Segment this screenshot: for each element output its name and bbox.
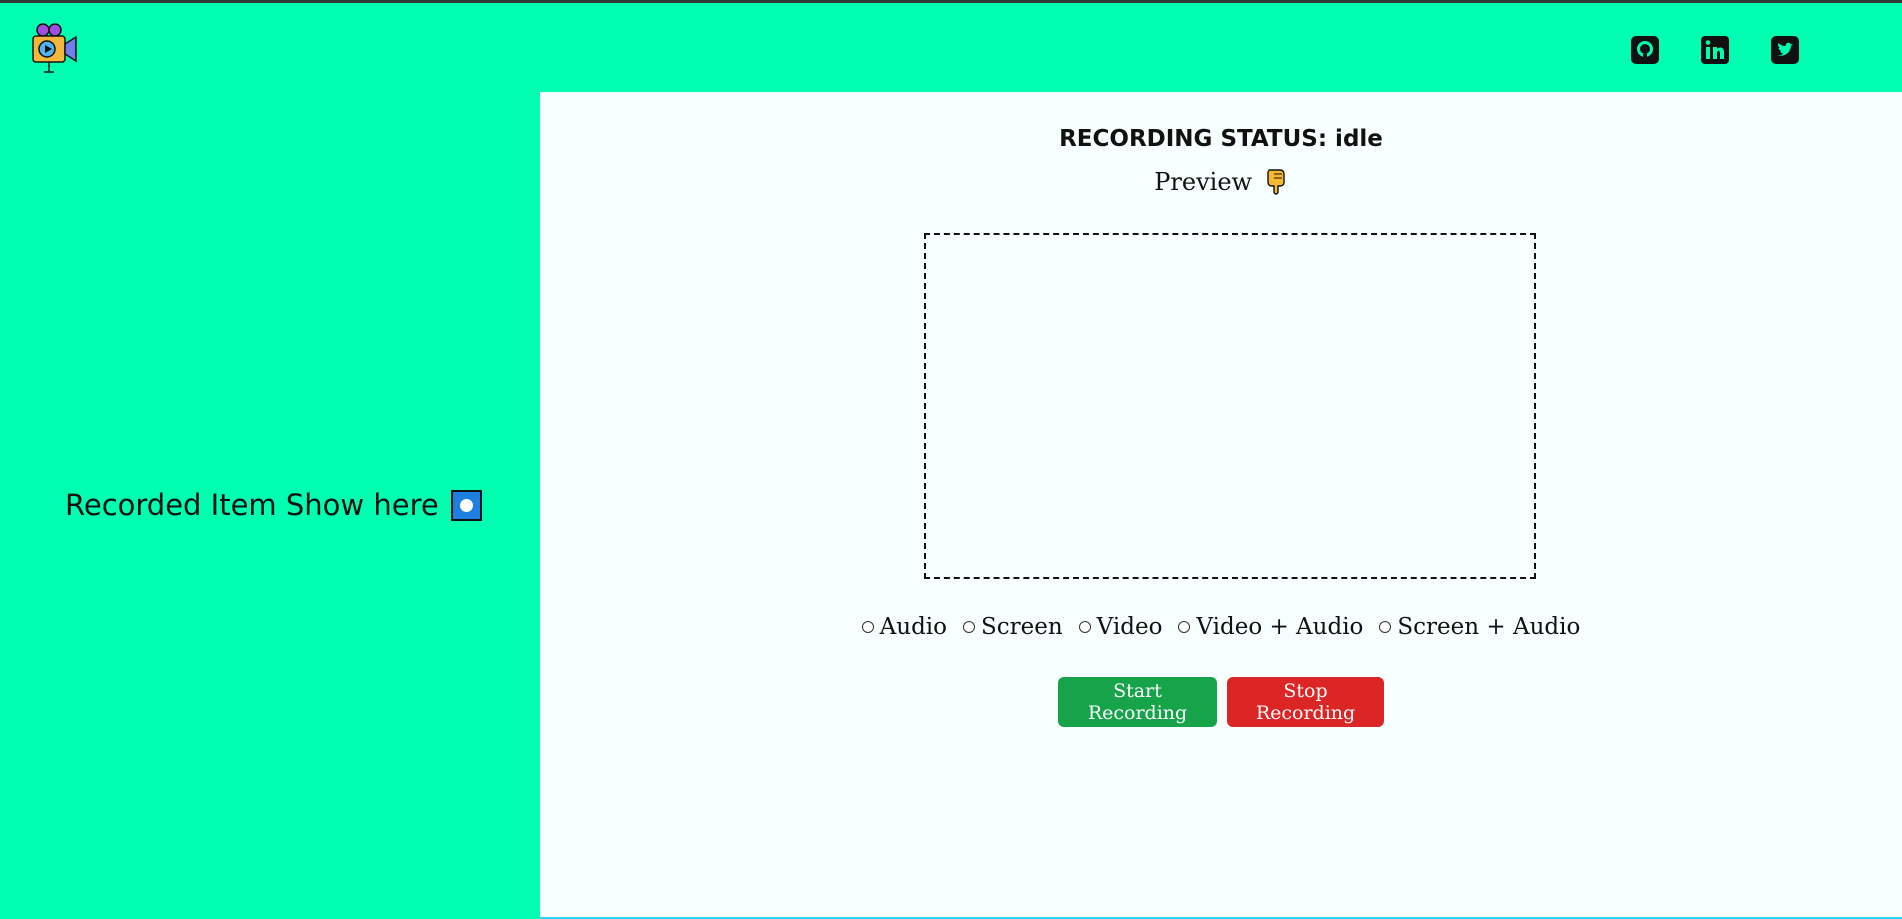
video-camera-logo-icon[interactable]: [30, 23, 80, 75]
option-audio[interactable]: Audio: [861, 614, 947, 640]
option-video-label: Video: [1096, 614, 1163, 640]
header: [0, 3, 1902, 92]
radio-screen-audio[interactable]: [1379, 621, 1392, 633]
radio-screen[interactable]: [963, 621, 975, 633]
backhand-index-pointing-down-icon: [1267, 169, 1285, 195]
radio-video-audio[interactable]: [1178, 621, 1191, 633]
option-audio-label: Audio: [879, 614, 947, 640]
option-screen-label: Screen: [981, 614, 1063, 640]
radio-video[interactable]: [1078, 621, 1091, 633]
option-screen-audio[interactable]: Screen + Audio: [1379, 614, 1580, 640]
recorded-items-heading: Recorded Item Show here: [65, 488, 482, 522]
sidebar: Recorded Item Show here: [0, 92, 540, 919]
preview-heading: Preview: [540, 168, 1902, 196]
record-button-icon: [450, 489, 482, 521]
linkedin-icon[interactable]: [1700, 35, 1730, 65]
option-screen-audio-label: Screen + Audio: [1397, 614, 1581, 640]
recorded-items-label: Recorded Item Show here: [65, 488, 439, 522]
preview-label: Preview: [1154, 168, 1253, 196]
option-video-audio-label: Video + Audio: [1196, 614, 1364, 640]
recorder-panel: RECORDING STATUS: idle Preview Audio Scr…: [540, 92, 1902, 917]
option-video[interactable]: Video: [1078, 614, 1163, 640]
recording-controls: Start Recording Stop Recording: [540, 677, 1902, 727]
recording-status: RECORDING STATUS: idle: [1059, 126, 1383, 152]
video-preview: [924, 233, 1536, 579]
twitter-icon[interactable]: [1770, 35, 1800, 65]
github-icon[interactable]: [1630, 35, 1660, 65]
stop-recording-button[interactable]: Stop Recording: [1227, 677, 1384, 727]
radio-audio[interactable]: [861, 621, 874, 633]
option-video-audio[interactable]: Video + Audio: [1178, 614, 1363, 640]
recording-mode-options: Audio Screen Video Video + Audio Screen …: [540, 614, 1902, 640]
option-screen[interactable]: Screen: [963, 614, 1063, 640]
start-recording-button[interactable]: Start Recording: [1058, 677, 1217, 727]
